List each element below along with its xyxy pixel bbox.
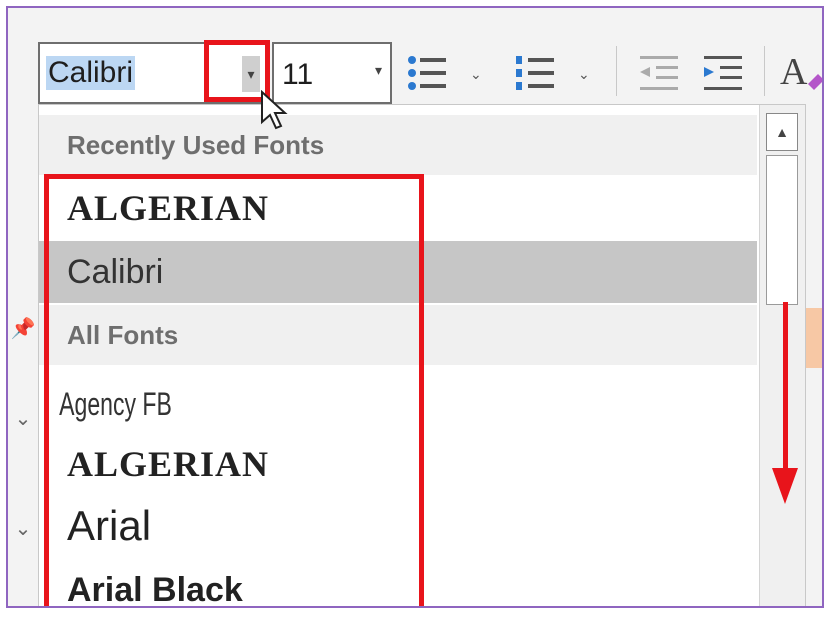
numbering-options-chevron-icon[interactable]: ⌄ xyxy=(578,66,590,83)
increase-indent-icon[interactable] xyxy=(702,48,746,98)
font-size-combobox[interactable]: 11 ▾ xyxy=(272,42,392,104)
bullet-list-icon[interactable] xyxy=(406,48,450,98)
font-item-agency-fb[interactable]: Agency FB xyxy=(39,373,556,435)
scroll-thumb[interactable] xyxy=(766,155,798,305)
recent-fonts-header: Recently Used Fonts xyxy=(39,115,757,175)
font-name-value[interactable]: Calibri xyxy=(46,56,136,90)
clear-formatting-icon[interactable]: A xyxy=(780,48,822,98)
ribbon-separator xyxy=(764,46,765,96)
chevron-down-icon: ⌄ xyxy=(14,407,32,430)
svg-text:A: A xyxy=(780,51,808,93)
dropdown-scrollbar[interactable]: ▲ xyxy=(759,105,805,606)
font-item-algerian[interactable]: ALGERIAN xyxy=(39,433,757,495)
all-fonts-header: All Fonts xyxy=(39,305,757,365)
font-item-algerian[interactable]: ALGERIAN xyxy=(39,177,757,239)
scroll-direction-arrowhead xyxy=(772,468,798,504)
chevron-down-icon: ⌄ xyxy=(14,517,32,540)
font-item-arial[interactable]: Arial xyxy=(39,495,757,557)
mouse-cursor-icon xyxy=(260,89,290,137)
ribbon-toolbar: Calibri ▾ 11 ▾ ⌄ ⌄ A xyxy=(8,8,822,108)
scroll-direction-arrow xyxy=(783,302,788,472)
font-item-calibri[interactable]: Calibri xyxy=(39,241,757,303)
font-dropdown-list: Recently Used Fonts ALGERIAN Calibri All… xyxy=(38,104,806,606)
decrease-indent-icon[interactable] xyxy=(638,48,682,98)
screenshot-frame: 📌 ⌄ ⌄ Calibri ▾ 11 ▾ ⌄ ⌄ A Recently Used… xyxy=(6,6,824,608)
font-size-value[interactable]: 11 xyxy=(282,58,313,92)
font-item-arial-black[interactable]: Arial Black xyxy=(39,559,757,606)
bullet-options-chevron-icon[interactable]: ⌄ xyxy=(470,66,482,83)
font-size-dropdown-icon[interactable]: ▾ xyxy=(375,62,382,79)
numbered-list-icon[interactable] xyxy=(514,48,558,98)
ribbon-separator xyxy=(616,46,617,96)
background-tab-peek xyxy=(806,308,822,368)
scroll-up-button[interactable]: ▲ xyxy=(766,113,798,151)
pin-icon: 📌 xyxy=(10,317,36,340)
